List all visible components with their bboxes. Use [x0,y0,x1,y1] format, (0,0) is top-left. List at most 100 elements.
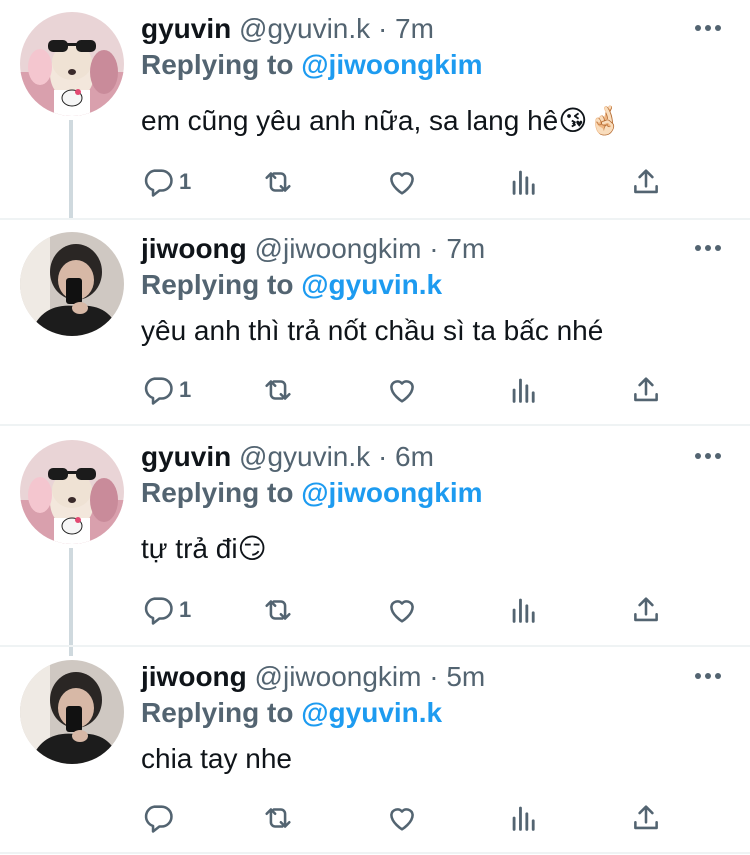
divider [0,218,750,220]
reply-count: 1 [179,597,192,622]
heart-icon [390,600,414,623]
retweet-icon [265,600,291,620]
tweet-text: em cũng yêu anh nữa, sa lang hê😘🤞🏻 [141,105,623,136]
timestamp[interactable]: 6m [395,441,434,472]
divider [0,645,750,647]
reply-icon [144,169,173,197]
replying-to-label: Replying to [141,269,294,300]
more-options-icon[interactable] [694,446,722,466]
analytics-button[interactable] [507,162,541,202]
action-bar: 1 [141,590,681,630]
tweet-header: gyuvin @gyuvin.k · 6m [141,440,434,474]
replying-to: Replying to @gyuvin.k [141,268,442,302]
share-button[interactable] [629,590,663,630]
tweet[interactable]: jiwoong @jiwoongkim · 5m Replying to @gy… [0,660,750,850]
retweet-icon [265,172,291,192]
action-bar: 1 [141,370,681,410]
user-handle[interactable]: @gyuvin.k [239,13,370,44]
avatar[interactable] [20,440,124,544]
share-button[interactable] [629,370,663,410]
timestamp[interactable]: 7m [395,13,434,44]
display-name[interactable]: gyuvin [141,13,231,44]
analytics-button[interactable] [507,590,541,630]
separator-dot: · [429,233,439,264]
analytics-icon [512,806,535,831]
heart-icon [390,172,414,195]
like-button[interactable] [385,590,419,630]
tweet-text: yêu anh thì trả nốt chầu sì ta bấc nhé [141,315,604,346]
tweet-text: chia tay nhe [141,743,292,774]
reply-icon [144,377,173,405]
user-handle[interactable]: @gyuvin.k [239,441,370,472]
heart-icon [390,808,414,831]
tweet-header: gyuvin @gyuvin.k · 7m [141,12,434,46]
jiwoong-avatar-image [20,232,124,336]
divider [0,852,750,854]
display-name[interactable]: jiwoong [141,233,247,264]
retweet-button[interactable] [261,370,295,410]
reply-count: 1 [179,377,192,402]
timestamp[interactable]: 5m [446,661,485,692]
display-name[interactable]: jiwoong [141,661,247,692]
replying-to: Replying to @jiwoongkim [141,476,483,510]
user-handle[interactable]: @jiwoongkim [255,661,422,692]
reply-button[interactable]: 1 [141,590,191,630]
tweet-text: tự trả đi😏 [141,533,267,564]
reply-icon [144,805,173,833]
tweet[interactable]: gyuvin @gyuvin.k · 7m Replying to @jiwoo… [0,12,750,212]
share-icon [634,597,658,622]
tweet-header: jiwoong @jiwoongkim · 5m [141,660,485,694]
retweet-icon [265,380,291,400]
share-icon [634,169,658,194]
separator-dot: · [377,441,388,472]
replying-to: Replying to @jiwoongkim [141,48,483,82]
more-options-icon[interactable] [694,666,722,686]
more-options-icon[interactable] [694,18,722,38]
like-button[interactable] [385,370,419,410]
heart-icon [390,380,414,403]
timestamp[interactable]: 7m [446,233,485,264]
analytics-icon [512,378,535,403]
tweet[interactable]: gyuvin @gyuvin.k · 6m Replying to @jiwoo… [0,440,750,640]
mention-link[interactable]: @jiwoongkim [301,49,482,80]
divider [0,424,750,426]
display-name[interactable]: gyuvin [141,441,231,472]
separator-dot: · [377,13,388,44]
reply-icon [144,597,173,625]
tweet[interactable]: jiwoong @jiwoongkim · 7m Replying to @gy… [0,232,750,422]
retweet-button[interactable] [261,798,295,838]
analytics-icon [512,598,535,623]
avatar[interactable] [20,12,124,116]
share-icon [634,377,658,402]
like-button[interactable] [385,162,419,202]
share-button[interactable] [629,162,663,202]
separator-dot: · [429,661,439,692]
mention-link[interactable]: @gyuvin.k [301,269,442,300]
analytics-icon [512,170,535,195]
avatar[interactable] [20,232,124,336]
retweet-button[interactable] [261,162,295,202]
reply-button[interactable]: 1 [141,370,191,410]
reply-button[interactable]: 1 [141,162,191,202]
gyuvin-avatar-image [20,440,124,544]
more-options-icon[interactable] [694,238,722,258]
gyuvin-avatar-image [20,12,124,116]
mention-link[interactable]: @jiwoongkim [301,477,482,508]
action-bar [141,798,681,838]
tweet-header: jiwoong @jiwoongkim · 7m [141,232,485,266]
retweet-button[interactable] [261,590,295,630]
replying-to: Replying to @gyuvin.k [141,696,442,730]
jiwoong-avatar-image [20,660,124,764]
like-button[interactable] [385,798,419,838]
retweet-icon [265,808,291,828]
replying-to-label: Replying to [141,49,294,80]
action-bar: 1 [141,162,681,202]
avatar[interactable] [20,660,124,764]
reply-button[interactable] [141,798,179,838]
analytics-button[interactable] [507,798,541,838]
mention-link[interactable]: @gyuvin.k [301,697,442,728]
user-handle[interactable]: @jiwoongkim [255,233,422,264]
share-button[interactable] [629,798,663,838]
reply-count: 1 [179,169,192,194]
analytics-button[interactable] [507,370,541,410]
